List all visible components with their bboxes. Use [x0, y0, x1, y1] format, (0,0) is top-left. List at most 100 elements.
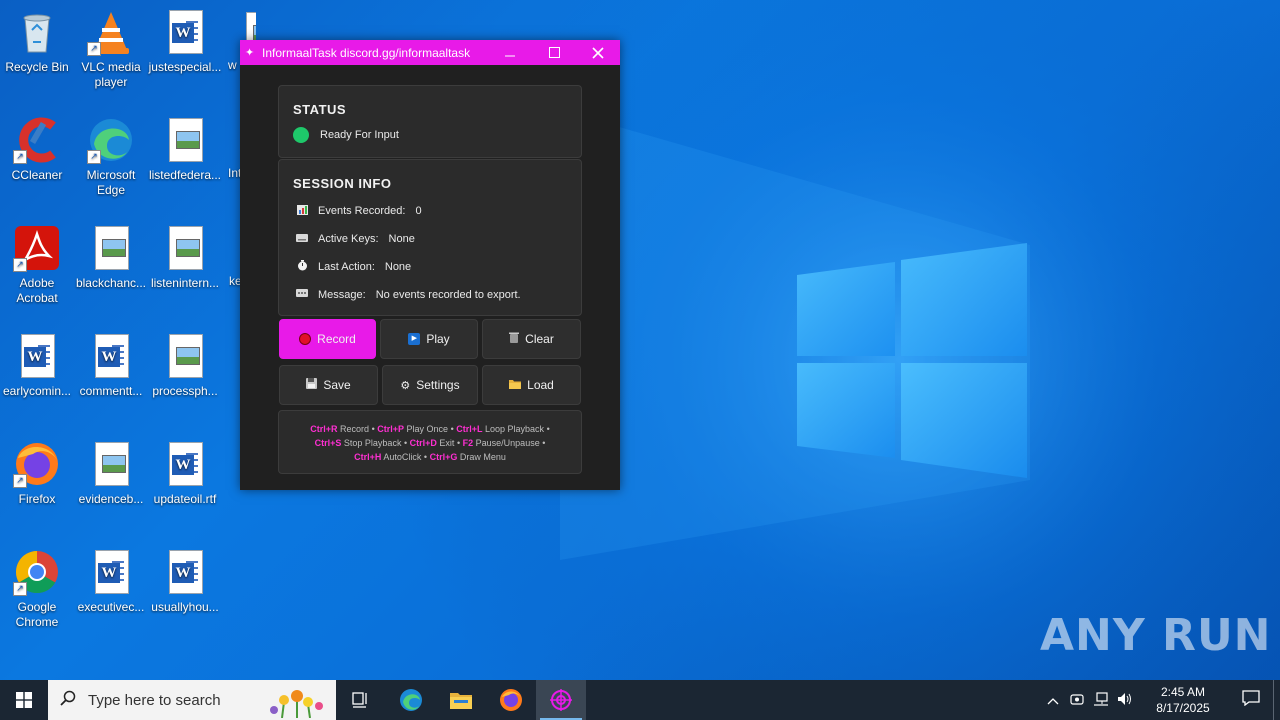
gear-icon: ⚙ — [400, 379, 411, 392]
close-button[interactable] — [576, 40, 620, 65]
minimize-icon — [505, 55, 515, 56]
notification-center-icon[interactable] — [1229, 689, 1273, 711]
taskbar-informaaltask-button[interactable] — [536, 680, 586, 720]
acrobat-icon: ↗ — [13, 224, 61, 272]
recycle-icon — [13, 8, 61, 56]
trash-icon — [509, 332, 520, 346]
edge-icon — [400, 689, 422, 711]
close-icon — [592, 46, 604, 59]
search-placeholder: Type here to search — [88, 691, 221, 709]
load-button[interactable]: Load — [482, 365, 581, 405]
desktop-icon-image[interactable]: listenintern... — [148, 224, 222, 291]
record-button[interactable]: Record — [279, 319, 376, 359]
shortcut-key: Ctrl+H — [354, 452, 382, 462]
shortcut-desc: Loop Playback — [485, 424, 545, 434]
sparkle-icon: ✦ — [245, 47, 255, 59]
message-row: Message: No events recorded to export. — [295, 281, 581, 309]
desktop-icon-label: Google Chrome — [15, 600, 59, 629]
shortcut-key: Ctrl+P — [377, 424, 404, 434]
shortcut-separator: • — [371, 424, 375, 434]
desktop-icon-edge[interactable]: ↗ Microsoft Edge — [74, 116, 148, 198]
task-view-button[interactable] — [336, 680, 386, 720]
desktop-icon-image[interactable]: listedfedera... — [148, 116, 222, 183]
message-label: Message: — [318, 289, 366, 301]
window-titlebar[interactable]: ✦ InformaalTask discord.gg/informaaltask — [240, 40, 620, 65]
taskbar-edge-button[interactable] — [386, 680, 436, 720]
shortcut-key: Ctrl+L — [456, 424, 483, 434]
last-action-row: Last Action: None — [295, 253, 581, 281]
shortcuts-line-2: Ctrl+S Stop Playback • Ctrl+D Exit • F2 … — [279, 436, 581, 450]
desktop-icon-label: Microsoft Edge — [86, 168, 136, 197]
desktop-icon-label: Firefox — [18, 492, 56, 506]
taskbar-firefox-button[interactable] — [486, 680, 536, 720]
desktop-icon-label: listenintern... — [150, 276, 220, 290]
shortcut-desc: Stop Playback — [343, 438, 402, 448]
firefox-icon: ↗ — [13, 440, 61, 488]
network-icon[interactable] — [1089, 691, 1113, 709]
taskbar-search-box[interactable]: Type here to search — [48, 680, 336, 720]
desktop-icon-image[interactable]: evidenceb... — [74, 440, 148, 507]
desktop-icon-firefox[interactable]: ↗ Firefox — [0, 440, 74, 507]
desktop-icon-word[interactable]: Wearlycomin... — [0, 332, 74, 399]
desktop-icon-image[interactable]: processph... — [148, 332, 222, 399]
volume-icon[interactable] — [1113, 692, 1137, 709]
settings-button-label: Settings — [416, 378, 460, 392]
shortcut-desc: Draw Menu — [459, 452, 506, 462]
shortcut-arrow-icon: ↗ — [13, 258, 27, 272]
informaaltask-window: ✦ InformaalTask discord.gg/informaaltask… — [240, 40, 620, 490]
last-action-value: None — [384, 261, 412, 273]
maximize-button[interactable] — [532, 40, 576, 65]
desktop-icon-word[interactable]: Wexecutivec... — [74, 548, 148, 615]
save-button[interactable]: Save — [279, 365, 378, 405]
play-icon: ▶ — [408, 333, 421, 345]
desktop-icon-ccleaner[interactable]: ↗ CCleaner — [0, 116, 74, 183]
word-document-icon: W — [13, 332, 61, 380]
load-button-label: Load — [527, 378, 554, 392]
desktop-icon-chrome[interactable]: ↗ Google Chrome — [0, 548, 74, 630]
settings-button[interactable]: ⚙ Settings — [382, 365, 478, 405]
desktop-icon-label: blackchanc... — [75, 276, 147, 290]
status-indicator-icon — [293, 127, 309, 143]
active-keys-row: Active Keys: None — [295, 225, 581, 253]
start-button[interactable] — [0, 680, 48, 720]
desktop-icon-image[interactable]: blackchanc... — [74, 224, 148, 291]
desktop-icon-label: usuallyhou... — [151, 600, 219, 614]
desktop-icon-acrobat[interactable]: ↗ Adobe Acrobat — [0, 224, 74, 306]
status-heading: STATUS — [293, 102, 347, 117]
shortcut-arrow-icon: ↗ — [13, 582, 27, 596]
task-view-icon — [352, 692, 367, 708]
desktop-icon-label: processph... — [152, 384, 218, 398]
minimize-button[interactable] — [488, 40, 532, 65]
shortcut-separator: • — [546, 424, 550, 434]
shortcut-arrow-icon: ↗ — [87, 42, 101, 56]
play-button-label: Play — [426, 332, 450, 346]
events-recorded-value: 0 — [415, 205, 422, 217]
desktop-icon-recycle[interactable]: Recycle Bin — [0, 8, 74, 75]
desktop-icon-word[interactable]: Wupdateoil.rtf — [148, 440, 222, 507]
desktop-icon-word[interactable]: Wcommentt... — [74, 332, 148, 399]
shortcut-separator: • — [423, 452, 428, 462]
message-icon — [295, 288, 309, 302]
shortcut-arrow-icon: ↗ — [13, 474, 27, 488]
chevron-up-icon[interactable] — [1041, 693, 1065, 708]
meet-now-icon[interactable] — [1065, 692, 1089, 709]
desktop-icon-label: listedfedera... — [148, 168, 222, 182]
shortcut-key: Ctrl+G — [429, 452, 458, 462]
desktop-icon-vlc[interactable]: ↗ VLC media player — [74, 8, 148, 90]
message-value: No events recorded to export. — [375, 289, 521, 301]
desktop-icon-label: CCleaner — [11, 168, 63, 182]
shortcut-separator: • — [403, 438, 408, 448]
taskbar-file-explorer-button[interactable] — [436, 680, 486, 720]
show-desktop-button[interactable] — [1273, 680, 1280, 720]
image-file-icon — [87, 224, 135, 272]
active-keys-value: None — [388, 233, 415, 245]
shortcut-key: Ctrl+S — [314, 438, 342, 448]
save-button-label: Save — [323, 378, 351, 392]
clear-button[interactable]: Clear — [482, 319, 581, 359]
shortcut-key: Ctrl+D — [409, 438, 437, 448]
taskbar-clock[interactable]: 2:45 AM 8/17/2025 — [1143, 684, 1223, 716]
shortcut-separator: • — [450, 424, 454, 434]
desktop-icon-word[interactable]: Wjustespecial... — [148, 8, 222, 75]
desktop-icon-word[interactable]: Wusuallyhou... — [148, 548, 222, 615]
play-button[interactable]: ▶ Play — [380, 319, 478, 359]
